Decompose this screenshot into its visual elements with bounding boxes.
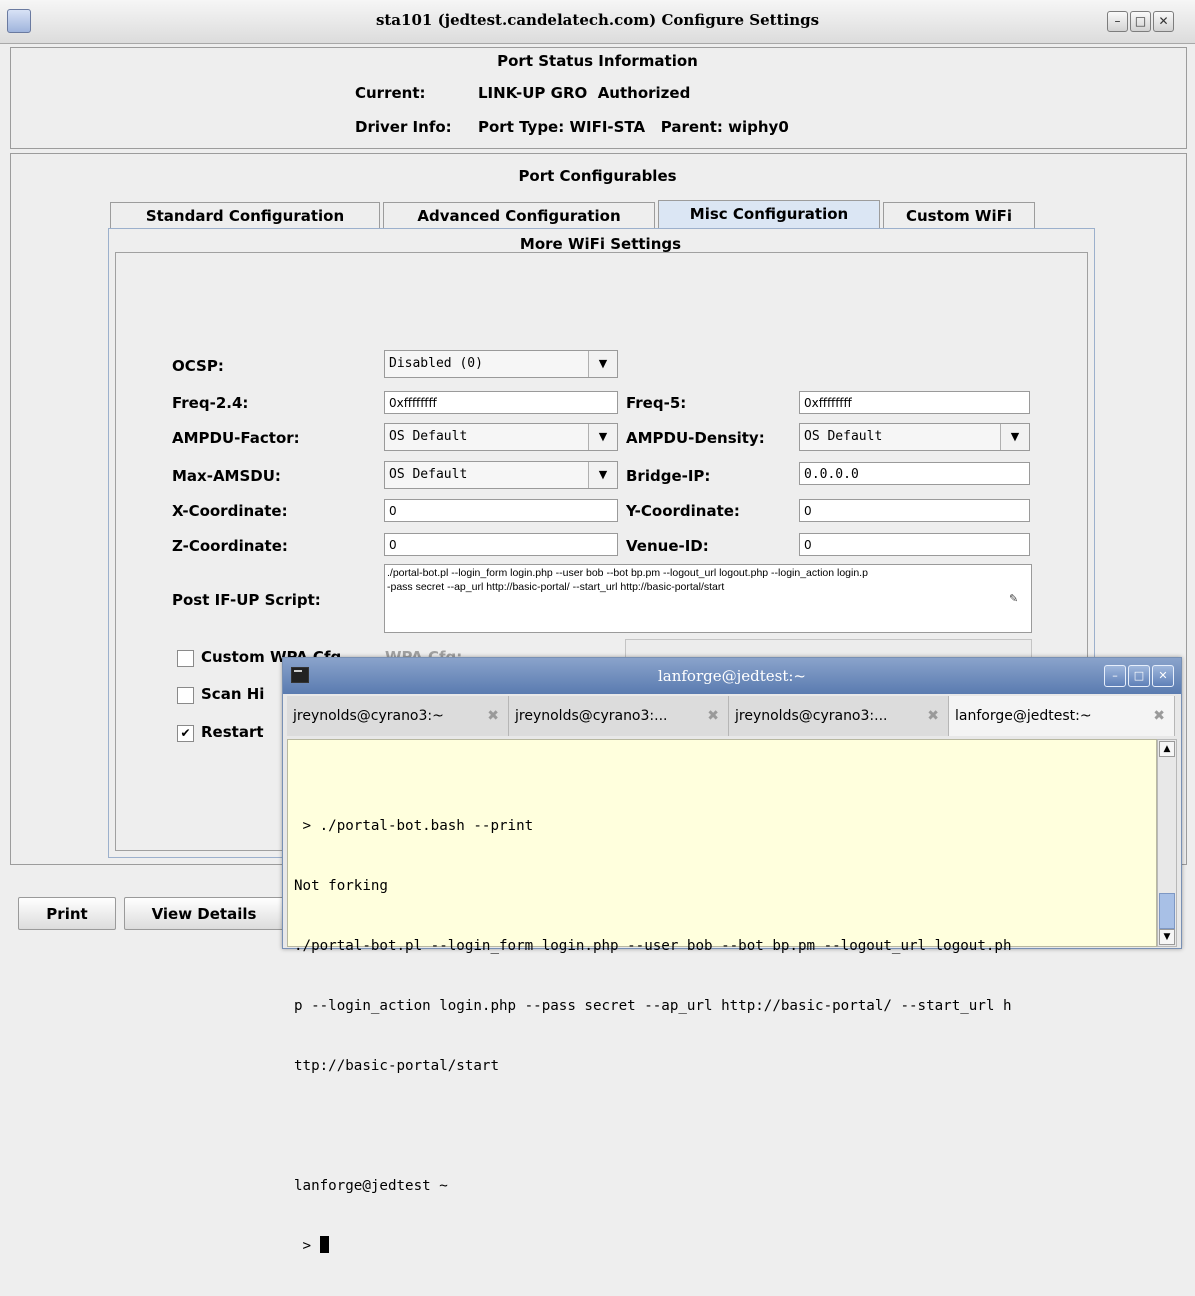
chevron-down-icon[interactable]: ▼ [1001, 424, 1029, 450]
terminal-line: lanforge@jedtest ~ [294, 1178, 448, 1194]
tab-standard-configuration[interactable]: Standard Configuration [110, 202, 380, 228]
max-amsdu-select-value: OS Default [385, 462, 589, 488]
terminal-line: Not forking [294, 878, 388, 894]
terminal-tab-label: jreynolds@cyrano3:~ [293, 708, 444, 724]
terminal-prompt-line: > [294, 1236, 1154, 1256]
x-coordinate-label: X-Coordinate: [172, 502, 288, 520]
close-tab-icon[interactable]: ✖ [1153, 696, 1165, 736]
bridge-ip-input[interactable]: 0.0.0.0 [799, 462, 1030, 485]
tab-custom-wifi[interactable]: Custom WiFi [883, 202, 1035, 228]
chevron-down-icon[interactable]: ▼ [589, 462, 617, 488]
maximize-icon[interactable]: □ [1130, 11, 1151, 32]
max-amsdu-select[interactable]: OS Default ▼ [384, 461, 618, 489]
title-bar[interactable]: sta101 (jedtest.candelatech.com) Configu… [0, 0, 1195, 44]
close-tab-icon[interactable]: ✖ [927, 696, 939, 736]
terminal-window: lanforge@jedtest:~ – □ ✕ jreynolds@cyran… [282, 657, 1182, 1254]
terminal-tab-4[interactable]: lanforge@jedtest:~ ✖ [949, 696, 1175, 736]
max-amsdu-label: Max-AMSDU: [172, 467, 281, 485]
ampdu-density-select-value: OS Default [800, 424, 1001, 450]
bridge-ip-label: Bridge-IP: [626, 467, 711, 485]
close-icon[interactable]: ✕ [1153, 11, 1174, 32]
close-icon[interactable]: ✕ [1152, 665, 1174, 687]
custom-wpa-cfg-checkbox[interactable] [177, 650, 194, 667]
terminal-line: p --login_action login.php --pass secret… [294, 998, 1012, 1014]
terminal-line: ./portal-bot.pl --login_form login.php -… [294, 938, 1012, 954]
venue-id-input[interactable]: 0 [799, 533, 1030, 556]
ocsp-label: OCSP: [172, 357, 224, 375]
terminal-tab-3[interactable]: jreynolds@cyrano3:... ✖ [729, 696, 949, 736]
freq-5-label: Freq-5: [626, 394, 687, 412]
minimize-icon[interactable]: – [1104, 665, 1126, 687]
ampdu-factor-select[interactable]: OS Default ▼ [384, 423, 618, 451]
ampdu-density-label: AMPDU-Density: [626, 429, 765, 447]
venue-id-label: Venue-ID: [626, 537, 709, 555]
scrollbar-thumb[interactable] [1159, 893, 1175, 929]
more-wifi-settings-header: More WiFi Settings [519, 235, 682, 253]
scroll-up-icon[interactable]: ▲ [1159, 741, 1175, 757]
post-ifup-script-label: Post IF-UP Script: [172, 591, 321, 609]
terminal-output[interactable]: > ./portal-bot.bash --print Not forking … [287, 739, 1157, 1254]
terminal-title-bar[interactable]: lanforge@jedtest:~ – □ ✕ [283, 658, 1181, 694]
current-label: Current: [355, 84, 426, 102]
restart-label: Restart [201, 723, 264, 741]
chevron-down-icon[interactable]: ▼ [589, 424, 617, 450]
ampdu-factor-label: AMPDU-Factor: [172, 429, 300, 447]
tab-advanced-configuration[interactable]: Advanced Configuration [383, 202, 655, 228]
print-button[interactable]: Print [18, 897, 116, 930]
maximize-icon[interactable]: □ [1128, 665, 1150, 687]
current-value: LINK-UP GRO Authorized [478, 84, 691, 102]
window-title: sta101 (jedtest.candelatech.com) Configu… [375, 11, 820, 29]
post-ifup-script-line-2: -pass secret --ap_url http://basic-porta… [387, 581, 725, 593]
terminal-line: > ./portal-bot.bash --print [294, 818, 534, 834]
terminal-title: lanforge@jedtest:~ [657, 667, 806, 685]
scan-hidden-label: Scan Hi [201, 685, 265, 703]
port-configurables-header: Port Configurables [518, 167, 677, 185]
port-status-header: Port Status Information [497, 52, 698, 70]
ampdu-factor-select-value: OS Default [385, 424, 589, 450]
post-ifup-script-textarea[interactable]: ./portal-bot.pl --login_form login.php -… [384, 564, 1032, 633]
driver-info-value: Port Type: WIFI-STA Parent: wiphy0 [478, 118, 789, 136]
scan-hidden-checkbox[interactable] [177, 687, 194, 704]
tab-misc-configuration[interactable]: Misc Configuration [658, 200, 880, 229]
z-coordinate-label: Z-Coordinate: [172, 537, 288, 555]
z-coordinate-input[interactable]: 0 [384, 533, 618, 556]
ampdu-density-select[interactable]: OS Default ▼ [799, 423, 1030, 451]
y-coordinate-input[interactable]: 0 [799, 499, 1030, 522]
terminal-prompt: > [294, 1238, 320, 1254]
x-coordinate-input[interactable]: 0 [384, 499, 618, 522]
terminal-tab-label: lanforge@jedtest:~ [955, 708, 1092, 724]
terminal-text: > ./portal-bot.bash --print Not forking … [294, 776, 1154, 1296]
scroll-down-icon[interactable]: ▼ [1159, 929, 1175, 945]
terminal-tab-label: jreynolds@cyrano3:... [735, 708, 888, 724]
post-ifup-script-line-1: ./portal-bot.pl --login_form login.php -… [387, 567, 868, 579]
freq-24-label: Freq-2.4: [172, 394, 249, 412]
terminal-tab-1[interactable]: jreynolds@cyrano3:~ ✖ [287, 696, 509, 736]
terminal-line: ttp://basic-portal/start [294, 1058, 499, 1074]
chevron-down-icon[interactable]: ▼ [589, 351, 617, 377]
ocsp-select[interactable]: Disabled (0) ▼ [384, 350, 618, 378]
close-tab-icon[interactable]: ✖ [487, 696, 499, 736]
ocsp-select-value: Disabled (0) [385, 351, 589, 377]
terminal-tab-label: jreynolds@cyrano3:... [515, 708, 668, 724]
driver-info-label: Driver Info: [355, 118, 452, 136]
freq-24-input[interactable]: 0xffffffff [384, 391, 618, 414]
freq-5-input[interactable]: 0xffffffff [799, 391, 1030, 414]
edit-pencil-icon[interactable]: ✎ [1009, 592, 1018, 605]
terminal-scrollbar[interactable]: ▲ ▼ [1157, 739, 1177, 947]
view-details-button[interactable]: View Details [124, 897, 284, 930]
y-coordinate-label: Y-Coordinate: [626, 502, 740, 520]
minimize-icon[interactable]: – [1107, 11, 1128, 32]
terminal-cursor [319, 1236, 329, 1253]
restart-checkbox[interactable]: ✔ [177, 725, 194, 742]
terminal-tab-2[interactable]: jreynolds@cyrano3:... ✖ [509, 696, 729, 736]
close-tab-icon[interactable]: ✖ [707, 696, 719, 736]
